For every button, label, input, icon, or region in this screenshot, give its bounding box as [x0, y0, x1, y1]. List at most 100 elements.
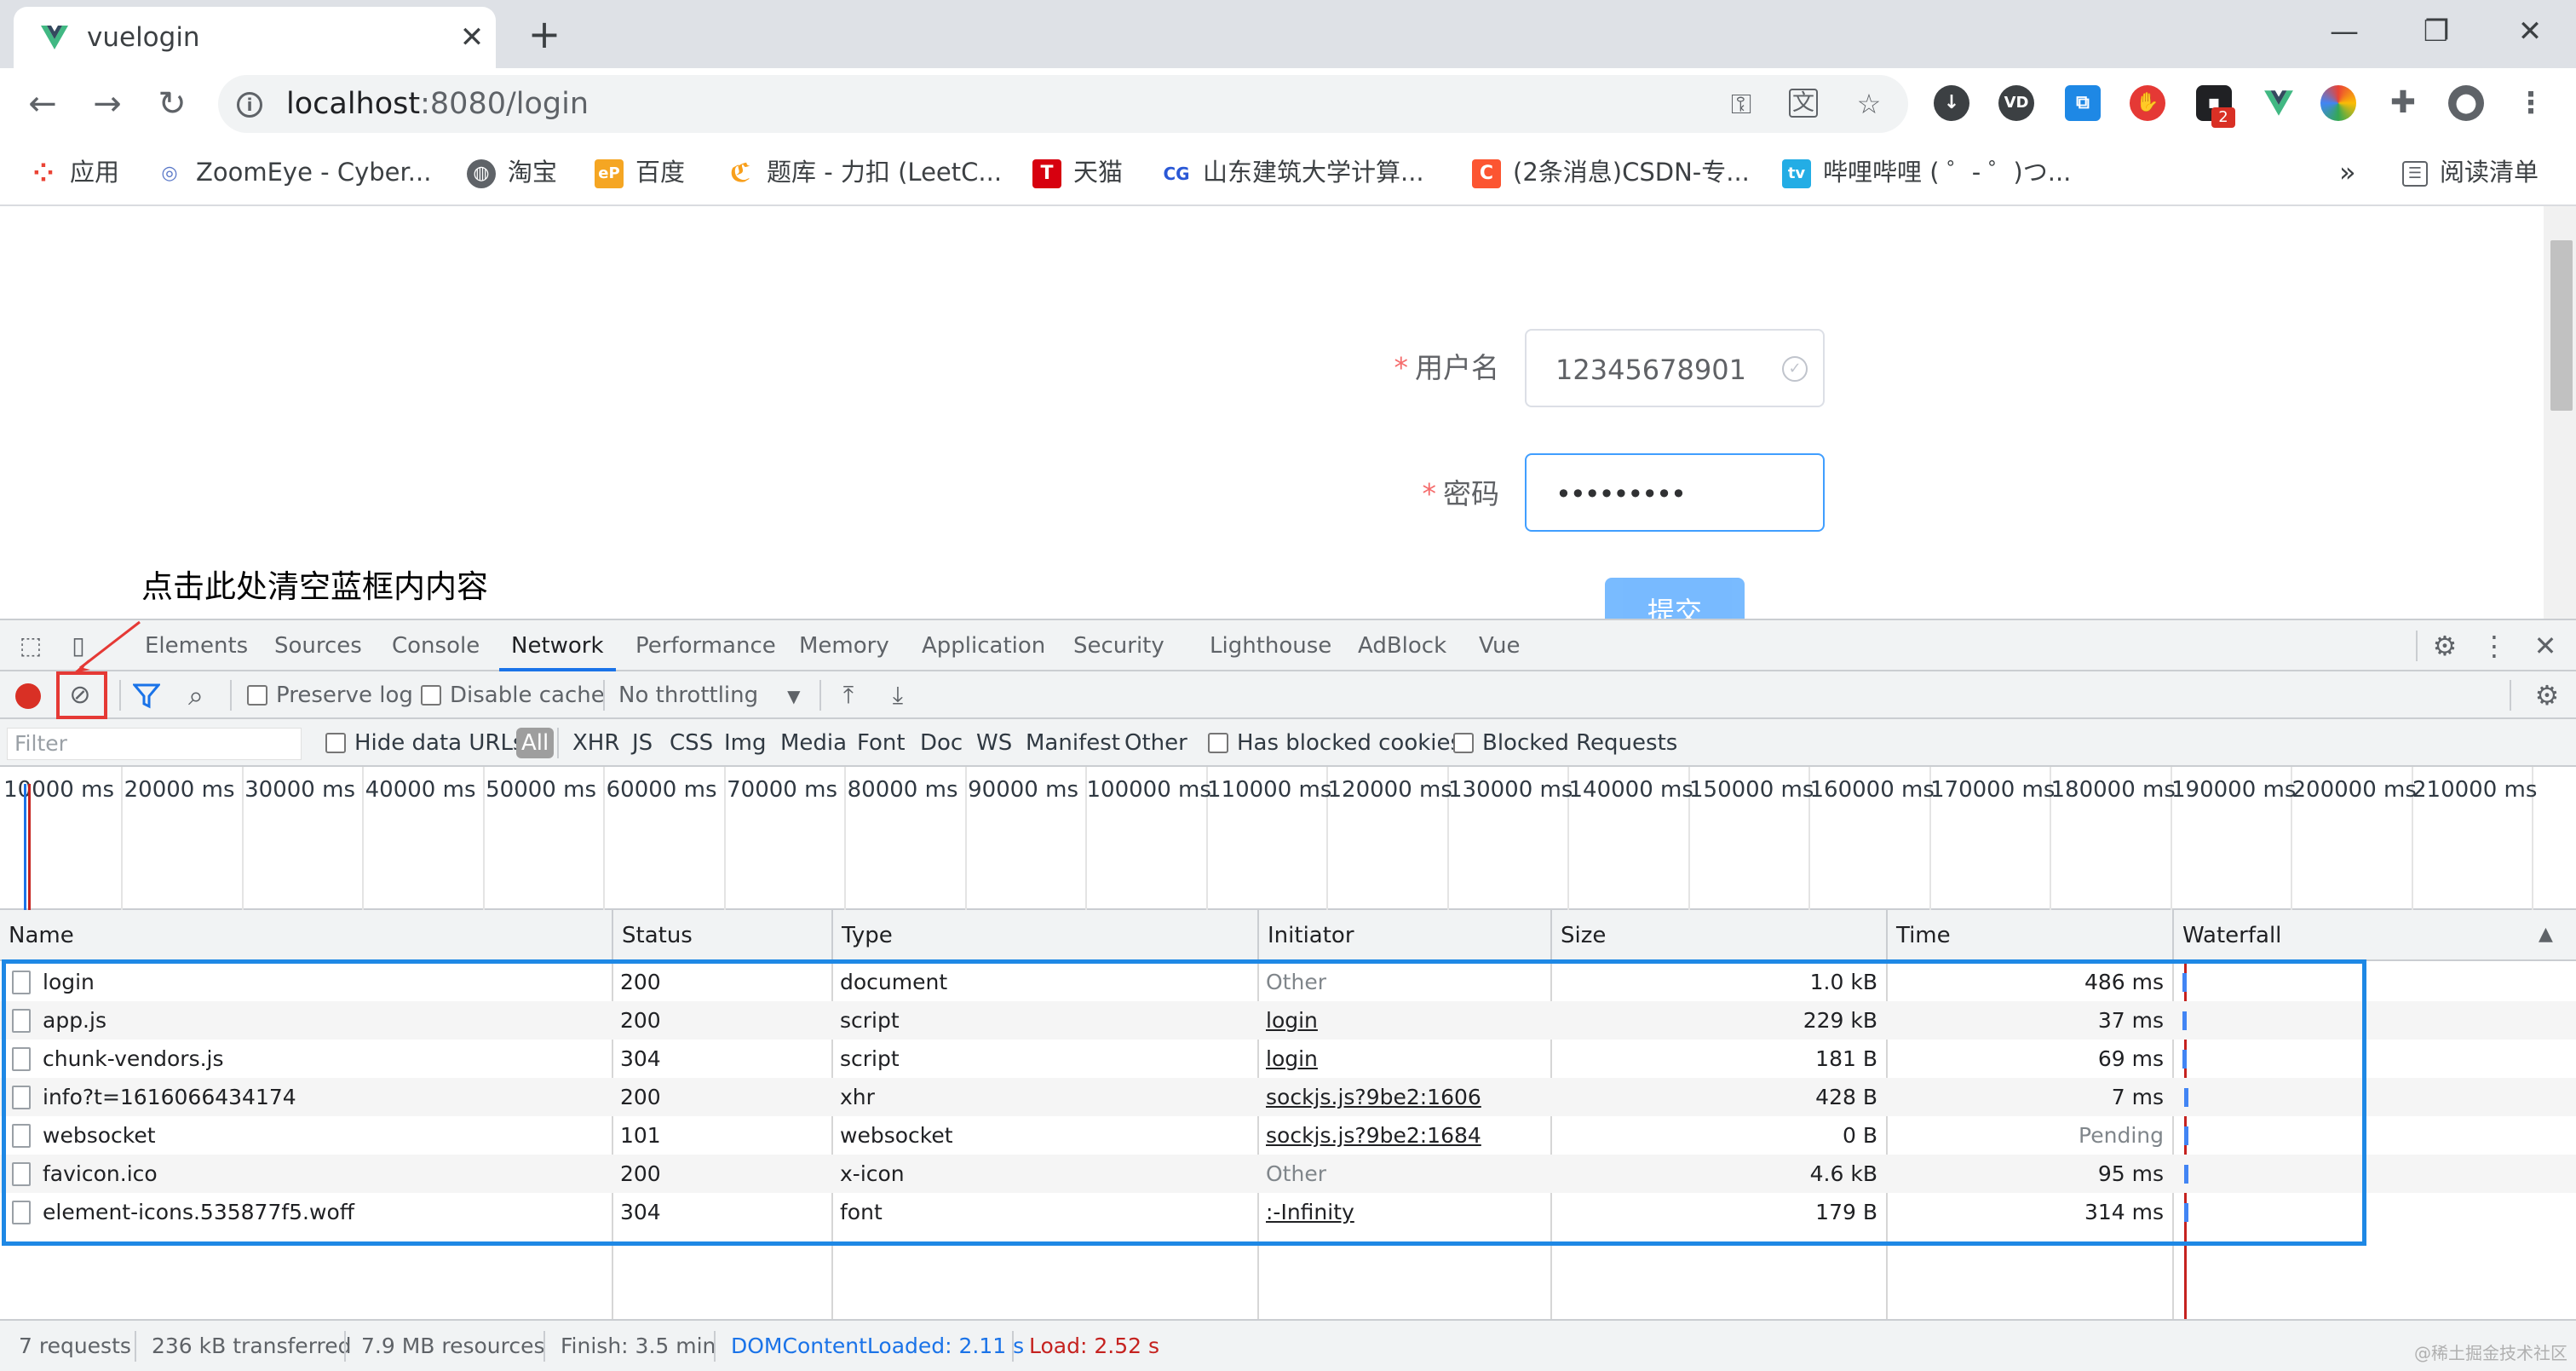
- tab-memory[interactable]: Memory: [799, 620, 889, 671]
- filter-type-img[interactable]: Img: [724, 728, 767, 758]
- tab-close-icon[interactable]: ✕: [457, 22, 487, 53]
- filter-type-doc[interactable]: Doc: [920, 728, 963, 758]
- filter-funnel-icon[interactable]: [133, 683, 160, 709]
- site-info-icon[interactable]: i: [237, 92, 262, 118]
- bookmark-leetcode[interactable]: ℭ题库 - 力扣 (LeetC...: [726, 155, 1002, 189]
- overview-tick-label: 160000 ms: [1810, 775, 1923, 804]
- bookmark-star-icon[interactable]: ☆: [1854, 89, 1884, 119]
- checkbox-box[interactable]: [247, 685, 267, 706]
- url-text[interactable]: localhost:8080/login: [286, 87, 589, 121]
- network-settings-gear-icon[interactable]: ⚙: [2532, 680, 2562, 711]
- checkbox-box[interactable]: [325, 733, 346, 753]
- profile-avatar-icon[interactable]: ●: [2448, 85, 2484, 121]
- blocked-requests-checkbox[interactable]: Blocked Requests: [1453, 729, 1677, 758]
- tab-adblock[interactable]: AdBlock: [1358, 620, 1446, 671]
- tab-lighthouse[interactable]: Lighthouse: [1210, 620, 1331, 671]
- new-tab-button[interactable]: +: [523, 14, 566, 56]
- disable-cache-checkbox[interactable]: Disable cache: [421, 681, 605, 710]
- bookmark-csdn[interactable]: C(2条消息)CSDN-专...: [1472, 155, 1750, 189]
- tab-application[interactable]: Application: [922, 620, 1045, 671]
- filter-type-ws[interactable]: WS: [976, 728, 1012, 758]
- username-input[interactable]: 12345678901 ✓: [1525, 329, 1825, 407]
- bookmark-taobao[interactable]: ◍淘宝: [467, 155, 557, 189]
- page-scrollbar-thumb[interactable]: [2550, 240, 2573, 411]
- hide-data-urls-checkbox[interactable]: Hide data URLs: [325, 729, 525, 758]
- tab-strip: vuelogin ✕ + — ❐ ✕: [0, 0, 2576, 68]
- checkbox-box[interactable]: [1453, 733, 1474, 753]
- browser-menu-icon[interactable]: ⋮: [2513, 85, 2549, 121]
- column-header-initiator[interactable]: Initiator: [1257, 910, 1550, 961]
- tab-sources[interactable]: Sources: [274, 620, 362, 671]
- reload-icon[interactable]: ↻: [153, 85, 191, 123]
- vue-devtools-icon[interactable]: [2261, 87, 2297, 119]
- search-icon[interactable]: ⌕: [181, 680, 211, 711]
- has-blocked-cookies-checkbox[interactable]: Has blocked cookies: [1208, 729, 1462, 758]
- checkbox-box[interactable]: [421, 685, 441, 706]
- adblock-extension-icon[interactable]: ✋: [2130, 85, 2165, 121]
- tab-network[interactable]: Network: [499, 620, 616, 671]
- status-resources: 7.9 MB resources: [361, 1331, 545, 1362]
- checkbox-box[interactable]: [1208, 733, 1228, 753]
- password-input[interactable]: •••••••••: [1525, 453, 1825, 532]
- tab-elements[interactable]: Elements: [145, 620, 248, 671]
- filter-type-manifest[interactable]: Manifest: [1026, 728, 1120, 758]
- column-header-size[interactable]: Size: [1550, 910, 1886, 961]
- submit-button[interactable]: 提交: [1605, 578, 1745, 619]
- filter-input[interactable]: Filter: [7, 728, 302, 760]
- column-header-waterfall[interactable]: Waterfall: [2172, 910, 2576, 961]
- bookmark-apps[interactable]: ⁘应用: [29, 155, 119, 189]
- bookmarks-bar: ⁘应用 ◎ZoomEye - Cyber... ◍淘宝 eP百度 ℭ题库 - 力…: [0, 140, 2576, 206]
- overview-tick-label: 40000 ms: [364, 775, 476, 804]
- minimize-button[interactable]: —: [2319, 10, 2370, 53]
- forward-arrow-icon[interactable]: →: [89, 85, 126, 123]
- status-load: Load: 2.52 s: [1029, 1331, 1159, 1362]
- bookmark-tmall[interactable]: T天猫: [1032, 155, 1123, 189]
- close-devtools-icon[interactable]: ✕: [2530, 631, 2561, 661]
- column-header-status[interactable]: Status: [612, 910, 831, 961]
- bookmark-zoomeye[interactable]: ◎ZoomEye - Cyber...: [155, 155, 431, 189]
- close-window-button[interactable]: ✕: [2504, 10, 2556, 53]
- bookmarks-overflow-chevron-icon[interactable]: »: [2339, 155, 2356, 189]
- filter-type-all[interactable]: All: [516, 728, 554, 758]
- more-options-icon[interactable]: ⋮: [2479, 631, 2510, 661]
- settings-gear-icon[interactable]: ⚙: [2429, 631, 2460, 661]
- back-arrow-icon[interactable]: ←: [24, 85, 61, 123]
- filter-type-css[interactable]: CSS: [670, 728, 713, 758]
- filter-type-js[interactable]: JS: [632, 728, 653, 758]
- sort-ascending-icon[interactable]: ▲: [2539, 924, 2553, 945]
- column-header-time[interactable]: Time: [1886, 910, 2172, 961]
- bookmark-bilibili[interactable]: tv哔哩哔哩 ( ゜- ゜)つ...: [1782, 155, 2071, 189]
- extensions-puzzle-icon[interactable]: ✚: [2385, 85, 2421, 121]
- bookmark-baidu[interactable]: eP百度: [595, 155, 685, 189]
- inspect-element-icon[interactable]: ⬚: [15, 631, 46, 661]
- column-header-name[interactable]: Name: [0, 910, 612, 961]
- tab-performance[interactable]: Performance: [635, 620, 776, 671]
- address-bar[interactable]: i localhost:8080/login ⚿ 文 ☆: [218, 75, 1908, 133]
- tab-console[interactable]: Console: [392, 620, 480, 671]
- import-har-icon[interactable]: ⤒: [833, 680, 864, 711]
- zoomeye-icon: ◎: [155, 159, 184, 188]
- key-icon[interactable]: ⚿: [1726, 89, 1757, 119]
- filter-type-xhr[interactable]: XHR: [572, 728, 619, 758]
- browser-tab[interactable]: vuelogin ✕: [14, 7, 496, 68]
- tab-security[interactable]: Security: [1073, 620, 1164, 671]
- translate-icon[interactable]: 文: [1789, 89, 1818, 118]
- vd-extension-icon[interactable]: VD: [1998, 85, 2034, 121]
- page-scrollbar[interactable]: [2544, 206, 2576, 619]
- throttling-select[interactable]: No throttling▼: [618, 681, 801, 711]
- column-header-type[interactable]: Type: [831, 910, 1257, 961]
- record-icon[interactable]: [15, 683, 41, 709]
- preserve-log-checkbox[interactable]: Preserve log: [247, 681, 413, 710]
- network-overview-timeline[interactable]: 10000 ms20000 ms30000 ms40000 ms50000 ms…: [0, 767, 2576, 910]
- download-extension-icon[interactable]: ↓: [1934, 85, 1969, 121]
- bookmark-sdjzu[interactable]: CG山东建筑大学计算...: [1162, 155, 1424, 189]
- restore-button[interactable]: ❐: [2411, 10, 2462, 53]
- tab-vue[interactable]: Vue: [1479, 620, 1521, 671]
- filter-type-media[interactable]: Media: [780, 728, 847, 758]
- filter-type-font[interactable]: Font: [857, 728, 906, 758]
- filter-type-other[interactable]: Other: [1124, 728, 1187, 758]
- export-har-icon[interactable]: ⤓: [883, 680, 913, 711]
- copy-extension-icon[interactable]: ⧉: [2065, 85, 2101, 121]
- color-extension-icon[interactable]: [2320, 85, 2356, 121]
- reading-list[interactable]: ☰阅读清单: [2402, 155, 2539, 189]
